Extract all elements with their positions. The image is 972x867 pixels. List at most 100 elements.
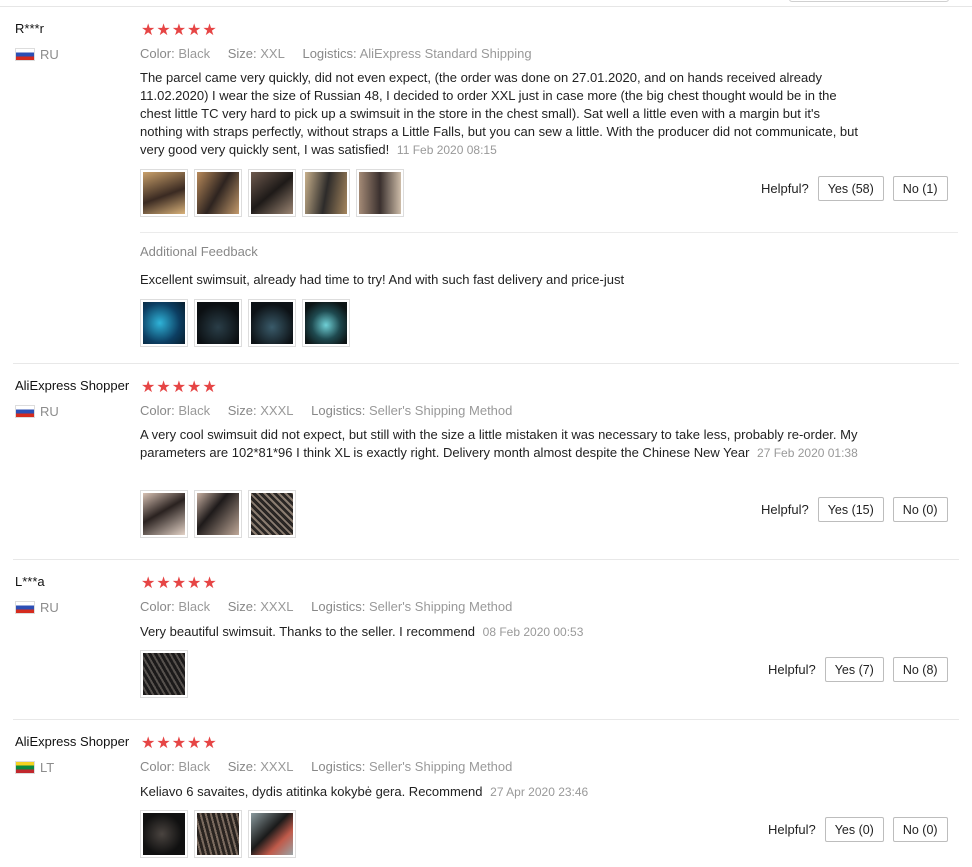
flag-icon (15, 48, 35, 61)
review-photos (140, 810, 296, 858)
review-photo[interactable] (194, 490, 242, 538)
star-rating: ★★★★★ (141, 379, 218, 396)
helpful-no-button[interactable]: No (1) (892, 176, 948, 201)
logistics-label: Logistics: (311, 599, 366, 614)
helpful-yes-button[interactable]: Yes (58) (817, 176, 884, 201)
star-rating: ★★★★★ (141, 735, 218, 752)
divider (140, 232, 958, 233)
helpful-no-button[interactable]: No (0) (892, 497, 948, 522)
helpful-yes-button[interactable]: Yes (7) (824, 657, 884, 682)
reviewer-name: AliExpress Shopper (15, 734, 130, 749)
size-label: Size: (227, 46, 257, 61)
review-text: The parcel came very quickly, did not ev… (140, 69, 865, 159)
color-label: Color: (140, 46, 175, 61)
review-photo[interactable] (140, 169, 188, 217)
size-value: XXXL (260, 759, 294, 774)
review-text: Very beautiful swimsuit. Thanks to the s… (140, 623, 865, 641)
review-photo[interactable] (302, 169, 350, 217)
logistics-label: Logistics: (311, 403, 366, 418)
review-body: The parcel came very quickly, did not ev… (140, 70, 858, 157)
color-value: Black (178, 46, 211, 61)
color-value: Black (178, 759, 211, 774)
review-photo[interactable] (248, 299, 296, 347)
color-label: Color: (140, 759, 175, 774)
reviewer-name: AliExpress Shopper (15, 378, 130, 393)
sku-info: Color: Black Size: XXXL Logistics: Selle… (140, 403, 512, 418)
flag-icon (15, 601, 35, 614)
helpful-label: Helpful? (761, 502, 809, 517)
review-body: Keliavo 6 savaites, dydis atitinka kokyb… (140, 784, 483, 799)
additional-photos (140, 299, 350, 347)
review-photo[interactable] (248, 490, 296, 538)
logistics-value: Seller's Shipping Method (368, 403, 513, 418)
helpful-yes-button[interactable]: Yes (0) (824, 817, 884, 842)
review-photo[interactable] (356, 169, 404, 217)
review-photo[interactable] (194, 169, 242, 217)
size-label: Size: (227, 403, 257, 418)
review-body: Very beautiful swimsuit. Thanks to the s… (140, 624, 476, 639)
reviewer-name: L***a (15, 574, 45, 589)
review-divider (13, 719, 959, 720)
logistics-value: AliExpress Standard Shipping (359, 46, 532, 61)
helpful-label: Helpful? (768, 662, 816, 677)
review-photo[interactable] (248, 169, 296, 217)
color-label: Color: (140, 403, 175, 418)
sku-info: Color: Black Size: XXXL Logistics: Selle… (140, 599, 512, 614)
review-date: 27 Apr 2020 23:46 (490, 785, 589, 799)
helpful-votes: Helpful? Yes (15) No (0) (761, 497, 948, 522)
review-date: 08 Feb 2020 00:53 (482, 625, 584, 639)
logistics-value: Seller's Shipping Method (368, 599, 513, 614)
helpful-no-button[interactable]: No (0) (892, 817, 948, 842)
country-code: RU (40, 404, 59, 419)
review-body: A very cool swimsuit did not expect, but… (140, 427, 858, 460)
flag-icon (15, 405, 35, 418)
review-photo[interactable] (248, 810, 296, 858)
review-photos (140, 650, 188, 698)
review-photos (140, 490, 296, 538)
review-photo[interactable] (140, 810, 188, 858)
review-photo[interactable] (140, 490, 188, 538)
review-date: 27 Feb 2020 01:38 (757, 446, 858, 460)
logistics-label: Logistics: (311, 759, 366, 774)
review-divider (13, 559, 959, 560)
review-photo[interactable] (194, 299, 242, 347)
sku-info: Color: Black Size: XXXL Logistics: Selle… (140, 759, 512, 774)
helpful-votes: Helpful? Yes (0) No (0) (768, 817, 948, 842)
helpful-label: Helpful? (768, 822, 816, 837)
star-rating: ★★★★★ (141, 575, 218, 592)
reviewer-country: LT (15, 760, 54, 775)
additional-feedback-text: Excellent swimsuit, already had time to … (140, 272, 625, 287)
logistics-value: Seller's Shipping Method (368, 759, 513, 774)
helpful-votes: Helpful? Yes (58) No (1) (761, 176, 948, 201)
review-photo[interactable] (140, 299, 188, 347)
sort-dropdown[interactable] (789, 0, 949, 2)
size-label: Size: (227, 599, 257, 614)
reviewer-country: RU (15, 47, 59, 62)
country-code: LT (40, 760, 55, 775)
country-code: RU (40, 47, 59, 62)
top-toolbar (0, 0, 972, 7)
sku-info: Color: Black Size: XXL Logistics: AliExp… (140, 46, 532, 61)
helpful-label: Helpful? (761, 181, 809, 196)
star-rating: ★★★★★ (141, 22, 218, 39)
review-text: Keliavo 6 savaites, dydis atitinka kokyb… (140, 783, 865, 801)
review-photo[interactable] (140, 650, 188, 698)
logistics-label: Logistics: (302, 46, 357, 61)
review-text: A very cool swimsuit did not expect, but… (140, 426, 865, 462)
flag-icon (15, 761, 35, 774)
color-value: Black (178, 599, 211, 614)
size-label: Size: (227, 759, 257, 774)
review-photo[interactable] (194, 810, 242, 858)
color-label: Color: (140, 599, 175, 614)
size-value: XXL (260, 46, 285, 61)
helpful-no-button[interactable]: No (8) (892, 657, 948, 682)
review-date: 11 Feb 2020 08:15 (396, 143, 497, 157)
additional-feedback-title: Additional Feedback (140, 244, 258, 259)
helpful-votes: Helpful? Yes (7) No (8) (768, 657, 948, 682)
helpful-yes-button[interactable]: Yes (15) (817, 497, 884, 522)
country-code: RU (40, 600, 59, 615)
review-photo[interactable] (302, 299, 350, 347)
review-photos (140, 169, 404, 217)
size-value: XXXL (260, 403, 294, 418)
reviewer-country: RU (15, 404, 59, 419)
